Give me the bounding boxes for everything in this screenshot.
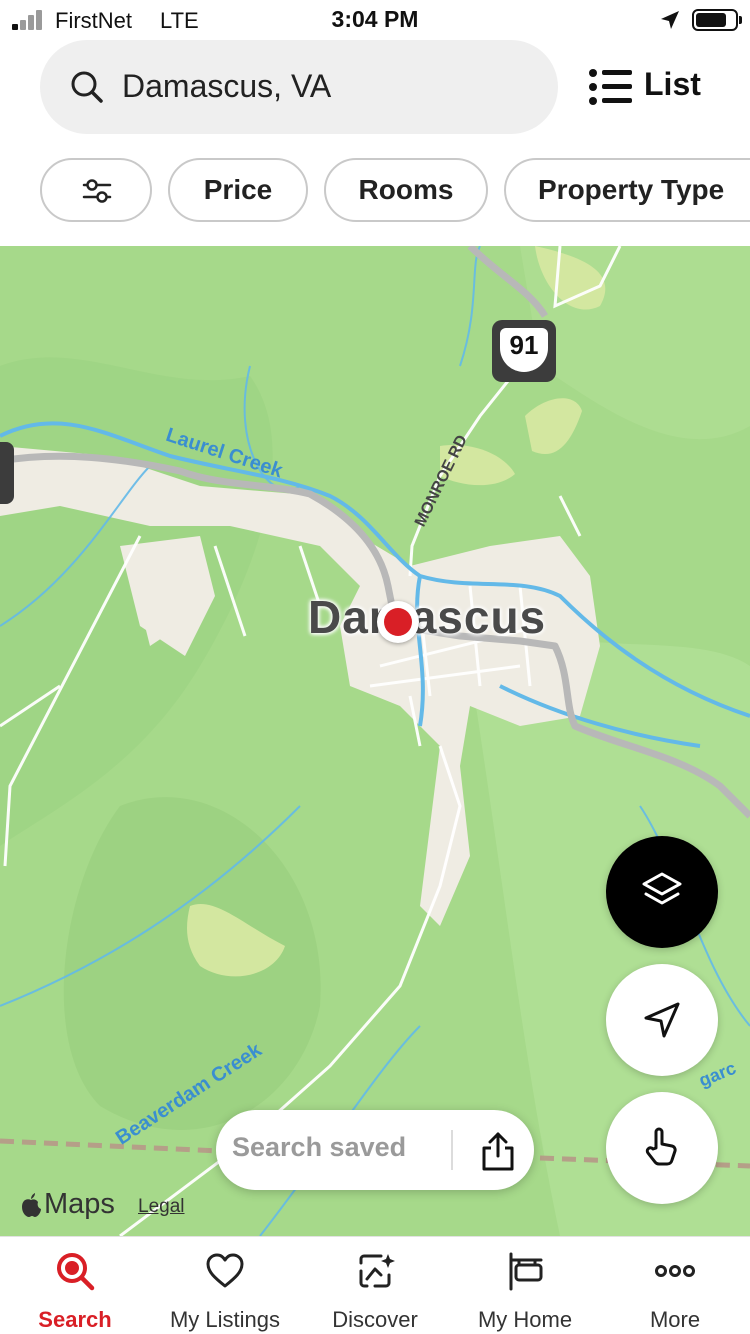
maps-text: Maps [44, 1188, 115, 1220]
app-screen: FirstNet LTE 3:04 PM Damascus, VA List P… [0, 0, 750, 1334]
search-input[interactable]: Damascus, VA [40, 40, 558, 134]
list-icon [589, 69, 632, 105]
route-shield-partial-icon [0, 442, 14, 504]
search-tab-icon [57, 1253, 95, 1291]
tab-label: Search [38, 1307, 112, 1332]
tab-more[interactable]: More [600, 1237, 750, 1334]
map-layers-button[interactable] [606, 836, 718, 948]
sliders-icon [82, 179, 112, 203]
layers-icon [642, 872, 682, 905]
tab-label: More [649, 1307, 701, 1332]
battery-icon [692, 9, 742, 31]
search-saved-toast: Search saved [216, 1110, 534, 1190]
search-icon [71, 71, 103, 103]
hand-pointer-icon [645, 1127, 677, 1166]
house-sign-icon [509, 1252, 543, 1291]
list-label: List [644, 66, 701, 102]
apple-logo-icon [22, 1193, 41, 1217]
rooms-filter-chip[interactable]: Rooms [324, 158, 488, 222]
property-type-filter-chip[interactable]: Property Type [504, 158, 750, 222]
tab-discover[interactable]: Discover [300, 1237, 450, 1334]
map-terrain [0, 246, 750, 1236]
share-icon[interactable] [478, 1130, 518, 1172]
heart-icon [206, 1253, 244, 1288]
tab-label: My Home [477, 1307, 573, 1332]
tab-search[interactable]: Search [0, 1237, 150, 1334]
search-saved-label: Search saved [232, 1132, 407, 1162]
search-query: Damascus, VA [122, 68, 332, 104]
tab-my-listings[interactable]: My Listings [150, 1237, 300, 1334]
tab-label: My Listings [169, 1307, 281, 1332]
navigation-arrow-icon [644, 1002, 680, 1038]
location-arrow-icon [661, 11, 679, 29]
filters-button[interactable] [40, 158, 152, 222]
filter-bar: Price Rooms Property Type [0, 158, 750, 222]
route-shield-icon: 91 [492, 320, 556, 382]
more-dots-icon [655, 1265, 695, 1277]
discover-icon [359, 1254, 395, 1288]
tab-label: Discover [332, 1307, 418, 1332]
clock: 3:04 PM [331, 6, 419, 32]
location-pin[interactable] [377, 601, 419, 643]
map-label-town: Damascus [308, 591, 547, 643]
list-view-button[interactable]: List [588, 58, 718, 116]
route-number: 91 [509, 330, 539, 360]
tab-my-home[interactable]: My Home [450, 1237, 600, 1334]
status-bar: FirstNet LTE 3:04 PM [0, 0, 750, 40]
current-location-button[interactable] [606, 964, 718, 1076]
divider [451, 1130, 453, 1170]
price-filter-chip[interactable]: Price [168, 158, 308, 222]
tab-bar: Search My Listings Discover My Home More [0, 1236, 750, 1334]
draw-area-button[interactable] [606, 1092, 718, 1204]
map-view[interactable]: Laurel Creek MONROE RD Beaverdam Creek L… [0, 246, 750, 1236]
legal-link[interactable]: Legal [138, 1196, 185, 1218]
